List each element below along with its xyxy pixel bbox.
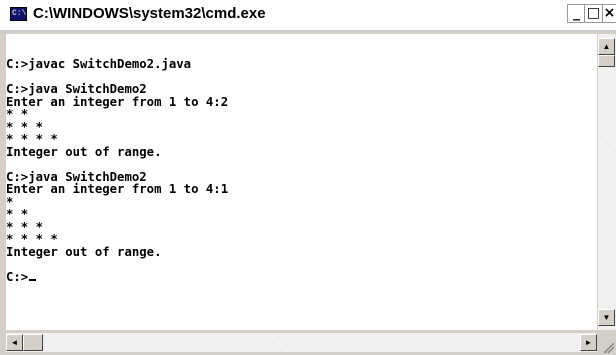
- cmd-icon[interactable]: C:\: [10, 7, 27, 21]
- scroll-down-button[interactable]: ▼: [598, 309, 615, 326]
- text-cursor: [29, 278, 37, 281]
- grip-icon: [604, 343, 614, 353]
- console-line: C:>javac SwitchDemo2.java: [6, 57, 192, 71]
- console-line: * * * *: [6, 132, 58, 146]
- console-line: * *: [6, 107, 29, 121]
- cmd-icon-label: C:\: [12, 9, 27, 18]
- console-line: C:>: [6, 270, 228, 284]
- console-text: C:>javac SwitchDemo2.java C:>java SwitchD…: [6, 58, 228, 283]
- resize-grip[interactable]: [597, 333, 616, 355]
- console-line: *: [6, 194, 14, 209]
- console-line: C:>java SwitchDemo2: [6, 82, 147, 96]
- close-button[interactable]: ×: [602, 4, 616, 23]
- window-title: C:\WINDOWS\system32\cmd.exe: [33, 5, 266, 22]
- maximize-button[interactable]: □: [584, 4, 603, 23]
- scroll-up-button[interactable]: ▲: [598, 38, 615, 55]
- console-line: Integer out of range.: [6, 144, 162, 159]
- console-line: * *: [6, 207, 29, 221]
- console-output[interactable]: C:>javac SwitchDemo2.java C:>java SwitchD…: [6, 34, 597, 330]
- title-bar[interactable]: C:\ C:\WINDOWS\system32\cmd.exe _ □ ×: [0, 0, 616, 31]
- vertical-scroll-thumb[interactable]: [598, 55, 615, 67]
- cmd-window: C:\ C:\WINDOWS\system32\cmd.exe _ □ × C:…: [0, 0, 616, 355]
- vertical-scrollbar[interactable]: ▲ ▼: [597, 34, 616, 330]
- console-line: Integer out of range.: [6, 244, 162, 259]
- horizontal-scrollbar[interactable]: ◄ ►: [6, 333, 597, 352]
- console-line: * * * *: [6, 232, 58, 246]
- horizontal-scroll-thumb[interactable]: [23, 334, 43, 351]
- scroll-left-button[interactable]: ◄: [6, 334, 23, 351]
- scroll-right-button[interactable]: ►: [580, 334, 597, 351]
- console-line: Enter an integer from 1 to 4:1: [6, 182, 229, 196]
- console-line: Enter an integer from 1 to 4:2: [6, 94, 229, 109]
